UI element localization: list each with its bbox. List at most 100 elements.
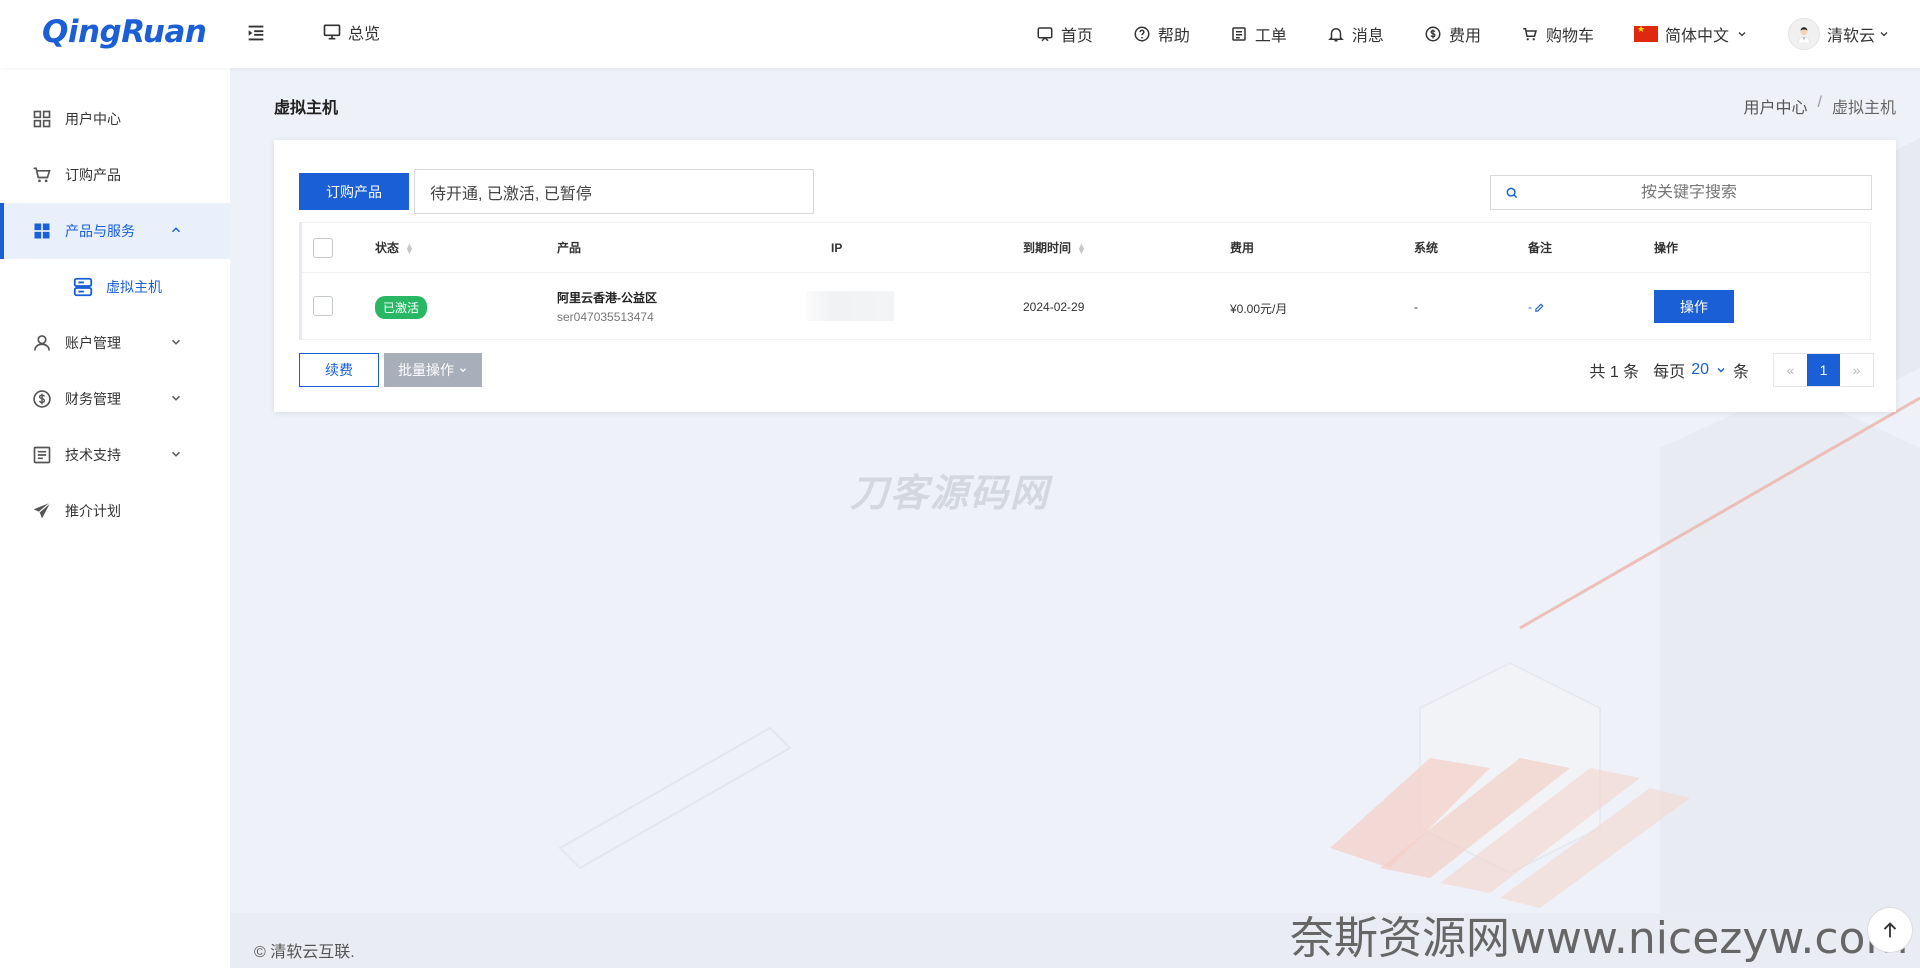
sidebar-item-label: 订购产品 xyxy=(65,167,121,183)
product-id: ser047035513474 xyxy=(557,310,654,324)
sidebar-subitem-virtual-host[interactable]: 虚拟主机 xyxy=(0,259,230,315)
home-board-icon xyxy=(1037,27,1053,42)
search-icon xyxy=(1506,187,1518,198)
page-buttons: « 1 » xyxy=(1773,353,1874,387)
user-menu[interactable]: 清软云 xyxy=(1787,18,1890,50)
dollar-icon xyxy=(33,390,51,408)
breadcrumb-current: 虚拟主机 xyxy=(1831,100,1896,117)
overview-link[interactable]: 总览 xyxy=(322,20,380,44)
next-page-button[interactable]: » xyxy=(1840,354,1873,386)
renew-button[interactable]: 续费 xyxy=(299,353,379,387)
language-label: 简体中文 xyxy=(1664,28,1729,45)
nav-ticket-label: 工单 xyxy=(1254,28,1287,45)
question-icon xyxy=(1134,26,1150,42)
per-page-label: 每页 xyxy=(1653,364,1686,381)
row-checkbox[interactable] xyxy=(313,296,333,316)
table-row: 已激活 阿里云香港-公益区 ser047035513474 2024-02-29… xyxy=(302,273,1870,339)
chevron-down-icon xyxy=(1738,32,1746,37)
sidebar-toggle-icon[interactable] xyxy=(245,22,269,46)
hosts-card: 订购产品 待开通, 已激活, 已暂停 状态▲▼ 产品 IP 到期时间▲▼ 费用 … xyxy=(274,140,1896,412)
hosts-table: 状态 ▲ ▼ 产品 IP 到期时间 ▲ ▼ 费用 系统 备注 操作 已激活 阿里云香港-… xyxy=(299,222,1871,340)
page-button-current[interactable]: 1 xyxy=(1807,354,1840,386)
overview-label: 总览 xyxy=(348,26,381,43)
fee-value: ¥0.00元/月 xyxy=(1230,302,1288,316)
top-nav: 首页 帮助 工单 消息 费用 购物车 简体中文 xyxy=(1036,0,1920,68)
nav-home[interactable]: 首页 xyxy=(1036,22,1093,46)
watermark-center: 刀客源码网 xyxy=(850,471,1051,515)
sidebar-item-tech-support[interactable]: 技术支持 xyxy=(0,427,230,483)
status-filter-select[interactable]: 待开通, 已激活, 已暂停 xyxy=(414,169,814,214)
sort-icon: ▲ ▼ xyxy=(1077,240,1086,256)
action-button[interactable]: 操作 xyxy=(1654,290,1734,323)
sidebar-item-account[interactable]: 账户管理 xyxy=(0,315,230,371)
per-page: 每页 20 条 xyxy=(1653,358,1749,382)
search-input[interactable] xyxy=(1519,183,1859,202)
watermark-corner: 奈斯资源网www.nicezyw.com xyxy=(1290,913,1909,964)
column-os: 系统 xyxy=(1414,241,1439,255)
chevron-down-icon xyxy=(171,339,181,345)
sidebar-item-label: 产品与服务 xyxy=(65,223,135,239)
chevron-down-icon xyxy=(1717,367,1725,373)
sidebar-item-label: 推介计划 xyxy=(65,503,121,519)
monitor-icon xyxy=(323,24,341,40)
language-select[interactable]: 简体中文 xyxy=(1633,22,1748,46)
sidebar-item-label: 用户中心 xyxy=(65,111,121,127)
nav-ticket[interactable]: 工单 xyxy=(1230,22,1287,46)
sort-icon: ▲ ▼ xyxy=(405,240,414,256)
breadcrumb-home[interactable]: 用户中心 xyxy=(1744,94,1808,118)
batch-action-button[interactable]: 批量操作 xyxy=(384,353,482,387)
top-bar: QingRuan 总览 首页 帮助 工单 消息 费用 购物车 ★ 简体中文 清软… xyxy=(0,0,1920,68)
os-value: - xyxy=(1414,300,1418,314)
avatar xyxy=(1787,18,1820,50)
total-count: 共 1 条 xyxy=(1589,364,1640,381)
breadcrumb-separator: / xyxy=(1817,94,1822,111)
cart-icon xyxy=(1523,28,1537,41)
sidebar-item-finance[interactable]: 财务管理 xyxy=(0,371,230,427)
user-icon xyxy=(34,335,50,351)
sidebar-item-label: 技术支持 xyxy=(65,447,121,463)
sidebar-subitem-label: 虚拟主机 xyxy=(106,279,162,295)
column-status[interactable]: 状态 ▲ ▼ xyxy=(375,239,414,256)
per-page-select[interactable]: 20 xyxy=(1691,361,1727,379)
column-action: 操作 xyxy=(1654,241,1679,255)
ip-cell xyxy=(806,291,894,321)
chevron-down-icon xyxy=(171,451,181,457)
nav-help-label: 帮助 xyxy=(1157,28,1190,45)
per-page-value: 20 xyxy=(1691,361,1709,378)
column-note: 备注 xyxy=(1528,241,1553,255)
cart-icon xyxy=(33,167,51,183)
prev-page-button[interactable]: « xyxy=(1774,354,1807,386)
server-icon xyxy=(73,277,93,297)
brand-logo[interactable]: QingRuan xyxy=(42,14,207,50)
note-edit-link[interactable]: - xyxy=(1528,300,1545,314)
select-all-checkbox[interactable] xyxy=(313,238,333,258)
nav-cart[interactable]: 购物车 xyxy=(1521,22,1594,46)
column-expire[interactable]: 到期时间 ▲ ▼ xyxy=(1023,239,1086,256)
back-to-top-button[interactable] xyxy=(1867,907,1913,953)
per-page-unit: 条 xyxy=(1732,364,1749,381)
column-fee: 费用 xyxy=(1230,241,1255,255)
column-ip: IP xyxy=(831,240,843,255)
grid-filled-icon xyxy=(34,223,50,239)
product-cell[interactable]: 阿里云香港-公益区 ser047035513474 xyxy=(557,289,657,324)
user-name: 清软云 xyxy=(1826,28,1875,45)
column-product: 产品 xyxy=(557,241,582,255)
nav-help[interactable]: 帮助 xyxy=(1133,22,1190,46)
chevron-up-icon xyxy=(171,227,181,233)
document-icon xyxy=(1232,27,1246,41)
table-header: 状态 ▲ ▼ 产品 IP 到期时间 ▲ ▼ 费用 系统 备注 操作 xyxy=(302,223,1870,273)
status-badge: 已激活 xyxy=(375,296,428,319)
china-flag-icon xyxy=(1633,24,1658,42)
sidebar-item-label: 账户管理 xyxy=(65,335,121,351)
sidebar-item-referral[interactable]: 推介计划 xyxy=(0,483,230,539)
sidebar-item-order-products[interactable]: 订购产品 xyxy=(0,147,230,203)
sidebar-item-products-services[interactable]: 产品与服务 xyxy=(0,203,230,259)
sidebar-item-user-center[interactable]: 用户中心 xyxy=(0,91,230,147)
order-product-button[interactable]: 订购产品 xyxy=(299,173,409,210)
nav-messages[interactable]: 消息 xyxy=(1327,22,1384,46)
nav-home-label: 首页 xyxy=(1060,28,1093,45)
nav-fees[interactable]: 费用 xyxy=(1424,22,1481,46)
chevron-down-icon xyxy=(1880,32,1888,37)
grid-icon xyxy=(33,110,51,128)
search-box xyxy=(1490,175,1872,210)
